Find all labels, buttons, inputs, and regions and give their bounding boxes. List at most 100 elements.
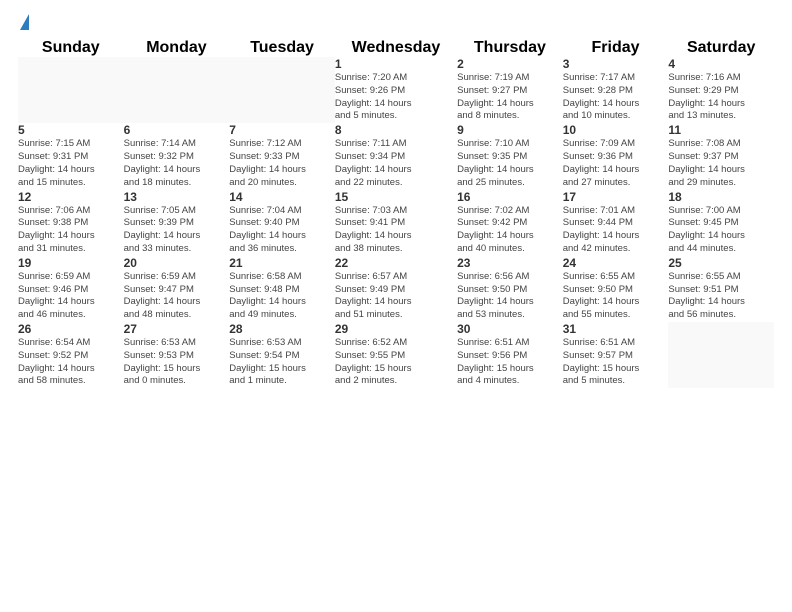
day-cell: 25Sunrise: 6:55 AM Sunset: 9:51 PM Dayli…	[668, 256, 774, 322]
day-cell: 15Sunrise: 7:03 AM Sunset: 9:41 PM Dayli…	[335, 190, 457, 256]
day-info: Sunrise: 7:02 AM Sunset: 9:42 PM Dayligh…	[457, 205, 563, 256]
day-info: Sunrise: 6:53 AM Sunset: 9:54 PM Dayligh…	[229, 337, 335, 388]
week-row-3: 12Sunrise: 7:06 AM Sunset: 9:38 PM Dayli…	[18, 190, 774, 256]
day-number: 21	[229, 256, 335, 270]
day-number: 4	[668, 57, 774, 71]
day-number: 9	[457, 123, 563, 137]
day-number: 15	[335, 190, 457, 204]
day-info: Sunrise: 6:57 AM Sunset: 9:49 PM Dayligh…	[335, 271, 457, 322]
weekday-header-tuesday: Tuesday	[229, 39, 335, 57]
weekday-header-wednesday: Wednesday	[335, 39, 457, 57]
weekday-header-sunday: Sunday	[18, 39, 124, 57]
day-info: Sunrise: 6:53 AM Sunset: 9:53 PM Dayligh…	[124, 337, 230, 388]
day-cell: 31Sunrise: 6:51 AM Sunset: 9:57 PM Dayli…	[563, 322, 669, 388]
day-cell: 23Sunrise: 6:56 AM Sunset: 9:50 PM Dayli…	[457, 256, 563, 322]
day-info: Sunrise: 7:15 AM Sunset: 9:31 PM Dayligh…	[18, 138, 124, 189]
logo	[18, 12, 29, 33]
day-info: Sunrise: 6:59 AM Sunset: 9:47 PM Dayligh…	[124, 271, 230, 322]
day-number: 14	[229, 190, 335, 204]
weekday-header-row: SundayMondayTuesdayWednesdayThursdayFrid…	[18, 39, 774, 57]
day-cell: 21Sunrise: 6:58 AM Sunset: 9:48 PM Dayli…	[229, 256, 335, 322]
day-info: Sunrise: 6:55 AM Sunset: 9:50 PM Dayligh…	[563, 271, 669, 322]
day-cell: 16Sunrise: 7:02 AM Sunset: 9:42 PM Dayli…	[457, 190, 563, 256]
day-number: 5	[18, 123, 124, 137]
day-number: 26	[18, 322, 124, 336]
day-cell: 1Sunrise: 7:20 AM Sunset: 9:26 PM Daylig…	[335, 57, 457, 123]
day-number: 13	[124, 190, 230, 204]
day-cell: 4Sunrise: 7:16 AM Sunset: 9:29 PM Daylig…	[668, 57, 774, 123]
day-number: 17	[563, 190, 669, 204]
day-info: Sunrise: 6:51 AM Sunset: 9:56 PM Dayligh…	[457, 337, 563, 388]
day-info: Sunrise: 7:00 AM Sunset: 9:45 PM Dayligh…	[668, 205, 774, 256]
day-cell	[229, 57, 335, 123]
day-cell: 7Sunrise: 7:12 AM Sunset: 9:33 PM Daylig…	[229, 123, 335, 189]
day-info: Sunrise: 7:03 AM Sunset: 9:41 PM Dayligh…	[335, 205, 457, 256]
day-info: Sunrise: 6:54 AM Sunset: 9:52 PM Dayligh…	[18, 337, 124, 388]
day-number: 19	[18, 256, 124, 270]
day-info: Sunrise: 6:58 AM Sunset: 9:48 PM Dayligh…	[229, 271, 335, 322]
weekday-header-saturday: Saturday	[668, 39, 774, 57]
day-cell: 17Sunrise: 7:01 AM Sunset: 9:44 PM Dayli…	[563, 190, 669, 256]
day-number: 6	[124, 123, 230, 137]
day-number: 27	[124, 322, 230, 336]
week-row-2: 5Sunrise: 7:15 AM Sunset: 9:31 PM Daylig…	[18, 123, 774, 189]
day-cell: 2Sunrise: 7:19 AM Sunset: 9:27 PM Daylig…	[457, 57, 563, 123]
day-number: 30	[457, 322, 563, 336]
day-info: Sunrise: 7:09 AM Sunset: 9:36 PM Dayligh…	[563, 138, 669, 189]
day-cell: 30Sunrise: 6:51 AM Sunset: 9:56 PM Dayli…	[457, 322, 563, 388]
day-number: 22	[335, 256, 457, 270]
calendar-table: SundayMondayTuesdayWednesdayThursdayFrid…	[18, 39, 774, 388]
day-number: 29	[335, 322, 457, 336]
day-cell: 5Sunrise: 7:15 AM Sunset: 9:31 PM Daylig…	[18, 123, 124, 189]
day-info: Sunrise: 7:12 AM Sunset: 9:33 PM Dayligh…	[229, 138, 335, 189]
day-cell: 18Sunrise: 7:00 AM Sunset: 9:45 PM Dayli…	[668, 190, 774, 256]
day-cell: 10Sunrise: 7:09 AM Sunset: 9:36 PM Dayli…	[563, 123, 669, 189]
weekday-header-friday: Friday	[563, 39, 669, 57]
day-number: 1	[335, 57, 457, 71]
day-cell: 27Sunrise: 6:53 AM Sunset: 9:53 PM Dayli…	[124, 322, 230, 388]
day-number: 28	[229, 322, 335, 336]
day-cell: 6Sunrise: 7:14 AM Sunset: 9:32 PM Daylig…	[124, 123, 230, 189]
day-number: 23	[457, 256, 563, 270]
day-number: 20	[124, 256, 230, 270]
day-info: Sunrise: 7:01 AM Sunset: 9:44 PM Dayligh…	[563, 205, 669, 256]
day-info: Sunrise: 6:52 AM Sunset: 9:55 PM Dayligh…	[335, 337, 457, 388]
day-number: 24	[563, 256, 669, 270]
day-info: Sunrise: 6:51 AM Sunset: 9:57 PM Dayligh…	[563, 337, 669, 388]
day-cell: 14Sunrise: 7:04 AM Sunset: 9:40 PM Dayli…	[229, 190, 335, 256]
day-number: 31	[563, 322, 669, 336]
day-info: Sunrise: 6:59 AM Sunset: 9:46 PM Dayligh…	[18, 271, 124, 322]
day-number: 8	[335, 123, 457, 137]
day-info: Sunrise: 7:14 AM Sunset: 9:32 PM Dayligh…	[124, 138, 230, 189]
day-cell: 11Sunrise: 7:08 AM Sunset: 9:37 PM Dayli…	[668, 123, 774, 189]
day-cell: 8Sunrise: 7:11 AM Sunset: 9:34 PM Daylig…	[335, 123, 457, 189]
day-number: 10	[563, 123, 669, 137]
day-number: 3	[563, 57, 669, 71]
day-info: Sunrise: 6:55 AM Sunset: 9:51 PM Dayligh…	[668, 271, 774, 322]
week-row-4: 19Sunrise: 6:59 AM Sunset: 9:46 PM Dayli…	[18, 256, 774, 322]
day-info: Sunrise: 6:56 AM Sunset: 9:50 PM Dayligh…	[457, 271, 563, 322]
week-row-5: 26Sunrise: 6:54 AM Sunset: 9:52 PM Dayli…	[18, 322, 774, 388]
day-number: 18	[668, 190, 774, 204]
day-number: 2	[457, 57, 563, 71]
day-cell: 22Sunrise: 6:57 AM Sunset: 9:49 PM Dayli…	[335, 256, 457, 322]
day-cell: 20Sunrise: 6:59 AM Sunset: 9:47 PM Dayli…	[124, 256, 230, 322]
day-cell: 19Sunrise: 6:59 AM Sunset: 9:46 PM Dayli…	[18, 256, 124, 322]
day-cell: 13Sunrise: 7:05 AM Sunset: 9:39 PM Dayli…	[124, 190, 230, 256]
day-cell: 3Sunrise: 7:17 AM Sunset: 9:28 PM Daylig…	[563, 57, 669, 123]
day-info: Sunrise: 7:19 AM Sunset: 9:27 PM Dayligh…	[457, 72, 563, 123]
day-number: 16	[457, 190, 563, 204]
day-info: Sunrise: 7:16 AM Sunset: 9:29 PM Dayligh…	[668, 72, 774, 123]
day-info: Sunrise: 7:06 AM Sunset: 9:38 PM Dayligh…	[18, 205, 124, 256]
day-cell: 24Sunrise: 6:55 AM Sunset: 9:50 PM Dayli…	[563, 256, 669, 322]
day-info: Sunrise: 7:04 AM Sunset: 9:40 PM Dayligh…	[229, 205, 335, 256]
day-cell	[124, 57, 230, 123]
day-cell: 29Sunrise: 6:52 AM Sunset: 9:55 PM Dayli…	[335, 322, 457, 388]
day-info: Sunrise: 7:08 AM Sunset: 9:37 PM Dayligh…	[668, 138, 774, 189]
week-row-1: 1Sunrise: 7:20 AM Sunset: 9:26 PM Daylig…	[18, 57, 774, 123]
day-number: 25	[668, 256, 774, 270]
day-cell: 26Sunrise: 6:54 AM Sunset: 9:52 PM Dayli…	[18, 322, 124, 388]
day-cell: 9Sunrise: 7:10 AM Sunset: 9:35 PM Daylig…	[457, 123, 563, 189]
day-info: Sunrise: 7:11 AM Sunset: 9:34 PM Dayligh…	[335, 138, 457, 189]
day-info: Sunrise: 7:20 AM Sunset: 9:26 PM Dayligh…	[335, 72, 457, 123]
